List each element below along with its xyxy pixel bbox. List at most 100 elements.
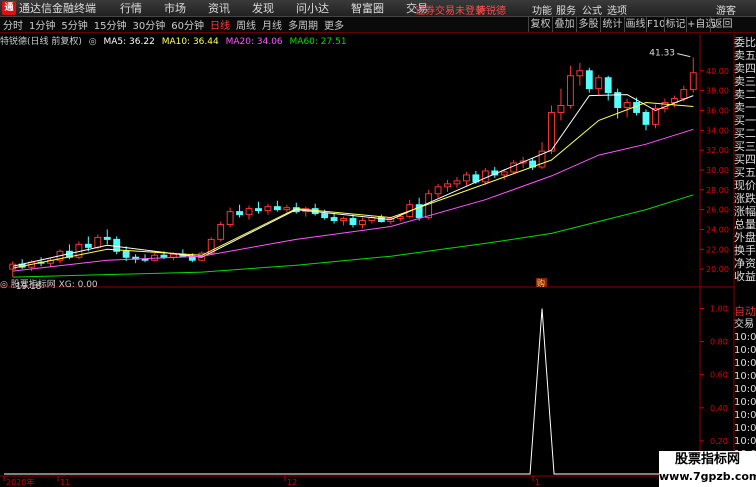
current-stock-link[interactable]: 特锐德 bbox=[476, 2, 506, 17]
trade-login-warning[interactable]: 证券交易未登录 bbox=[415, 2, 485, 17]
quote-row: 卖五 bbox=[734, 49, 756, 62]
period-intraday[interactable]: 分时 bbox=[0, 17, 26, 32]
adjust-button[interactable]: 复权 bbox=[528, 17, 552, 32]
trade-time: 10:04 bbox=[734, 371, 756, 382]
candle-body bbox=[273, 206, 281, 211]
kline-chart[interactable]: 41.3319.18 40.0038.0036.0034.0032.0030.0… bbox=[0, 0, 756, 487]
quote-row: 卖二 bbox=[734, 88, 756, 101]
buy-marker bbox=[536, 278, 548, 287]
candle-body bbox=[566, 75, 574, 107]
price-tick-label: 40.00 bbox=[706, 67, 729, 76]
indicator-tick-label: 1.00 bbox=[710, 305, 728, 314]
candle-body bbox=[434, 186, 442, 195]
candle-body bbox=[661, 102, 669, 109]
add-watchlist-button[interactable]: +自选 bbox=[686, 17, 715, 32]
price-tick-label: 24.00 bbox=[706, 225, 729, 234]
candle-body bbox=[585, 70, 593, 90]
period-60min[interactable]: 60分钟 bbox=[168, 17, 207, 32]
menu-options[interactable]: 选项 bbox=[607, 2, 627, 17]
menu-market[interactable]: 市场 bbox=[164, 0, 186, 16]
ma5-line bbox=[12, 94, 694, 267]
price-tick-label: 32.00 bbox=[706, 146, 729, 155]
candle-body bbox=[151, 254, 158, 261]
period-weekly[interactable]: 周线 bbox=[233, 17, 259, 32]
menu-service[interactable]: 服务 bbox=[556, 2, 576, 17]
menu-formula[interactable]: 公式 bbox=[582, 2, 602, 17]
candle-body bbox=[680, 89, 688, 100]
period-15min[interactable]: 15分钟 bbox=[91, 17, 130, 32]
candle-body bbox=[368, 217, 376, 222]
price-tick-label: 22.00 bbox=[706, 245, 729, 254]
indicator-header: ◎ 股票指标网 XG: 0.00 bbox=[0, 277, 98, 290]
quote-row: 总量 bbox=[734, 218, 756, 231]
menu-ask[interactable]: 问小达 bbox=[296, 0, 329, 16]
trade-label: 交易 bbox=[734, 319, 754, 330]
indicator-tick-label: 0.40 bbox=[710, 404, 728, 413]
multi-stock-button[interactable]: 多股 bbox=[576, 17, 600, 32]
candle-body bbox=[28, 261, 36, 268]
mark-button[interactable]: 标记 bbox=[664, 17, 686, 32]
back-button[interactable]: 返回 bbox=[710, 17, 734, 32]
period-5min[interactable]: 5分钟 bbox=[58, 17, 90, 32]
stats-button[interactable]: 统计 bbox=[600, 17, 624, 32]
candle-body bbox=[18, 263, 26, 268]
auto-label[interactable]: 自动 bbox=[734, 305, 756, 318]
quote-row: 现价 bbox=[734, 179, 756, 192]
candle-body bbox=[340, 218, 347, 222]
candle-body bbox=[198, 252, 206, 261]
candle-body bbox=[283, 207, 291, 211]
indicator-value: 股票指标网 XG: 0.00 bbox=[10, 280, 98, 290]
candle-body bbox=[132, 256, 140, 260]
indicator-tick-label: 0.60 bbox=[710, 371, 728, 380]
candle-body bbox=[623, 102, 631, 108]
candle-body bbox=[169, 253, 177, 258]
quote-row: 卖三 bbox=[734, 75, 756, 88]
candle-body bbox=[9, 263, 17, 270]
period-daily[interactable]: 日线 bbox=[207, 17, 233, 32]
candle-body bbox=[236, 211, 244, 216]
candle-body bbox=[141, 258, 149, 261]
price-tick-label: 26.00 bbox=[706, 206, 729, 215]
draw-line-button[interactable]: 画线 bbox=[624, 17, 646, 32]
candle-body bbox=[94, 236, 102, 248]
candle-body bbox=[642, 111, 650, 125]
app-title: 通达信金融终端 bbox=[19, 2, 96, 15]
candle-body bbox=[576, 70, 584, 77]
candle-body bbox=[302, 208, 310, 213]
collapse-icon[interactable]: ◎ bbox=[89, 37, 97, 47]
ma10-label: MA10: 36.44 bbox=[161, 37, 219, 47]
candle-body bbox=[226, 211, 234, 226]
period-more[interactable]: 更多 bbox=[321, 17, 347, 32]
period-30min[interactable]: 30分钟 bbox=[129, 17, 168, 32]
menu-wealth[interactable]: 智富圈 bbox=[351, 0, 384, 16]
ma5-label: MA5: 36.22 bbox=[103, 37, 155, 47]
quote-row: 换手 bbox=[734, 244, 756, 257]
candle-body bbox=[614, 92, 622, 108]
candle-body bbox=[84, 243, 92, 248]
trade-time: 10:04 bbox=[734, 436, 756, 447]
period-multi[interactable]: 多周期 bbox=[285, 17, 321, 32]
period-1min[interactable]: 1分钟 bbox=[26, 17, 58, 32]
watermark-title: 股票指标网 bbox=[674, 452, 740, 467]
watermark-logo: 股票指标网 www.7gpzb.com bbox=[659, 451, 756, 487]
candle-body bbox=[330, 217, 338, 222]
candle-body bbox=[122, 250, 130, 258]
f10-button[interactable]: F10 bbox=[646, 17, 665, 32]
candle-body bbox=[538, 150, 546, 168]
candle-body bbox=[595, 77, 603, 90]
candle-body bbox=[387, 218, 395, 223]
menu-quotes[interactable]: 行情 bbox=[120, 0, 142, 16]
menu-discover[interactable]: 发现 bbox=[252, 0, 274, 16]
period-monthly[interactable]: 月线 bbox=[259, 17, 285, 32]
candle-body bbox=[557, 105, 565, 113]
menu-guest[interactable]: 游客 bbox=[716, 2, 736, 17]
menu-function[interactable]: 功能 bbox=[532, 2, 552, 17]
overlay-button[interactable]: 叠加 bbox=[552, 17, 576, 32]
indicator-tick-label: 0.80 bbox=[710, 338, 728, 347]
price-tick-label: 36.00 bbox=[706, 106, 729, 115]
quote-row: 外盘 bbox=[734, 231, 756, 244]
menu-news[interactable]: 资讯 bbox=[208, 0, 230, 16]
quote-row: 卖四 bbox=[734, 62, 756, 75]
trade-time: 10:04 bbox=[734, 358, 756, 369]
collapse-icon[interactable]: ◎ bbox=[0, 280, 11, 290]
